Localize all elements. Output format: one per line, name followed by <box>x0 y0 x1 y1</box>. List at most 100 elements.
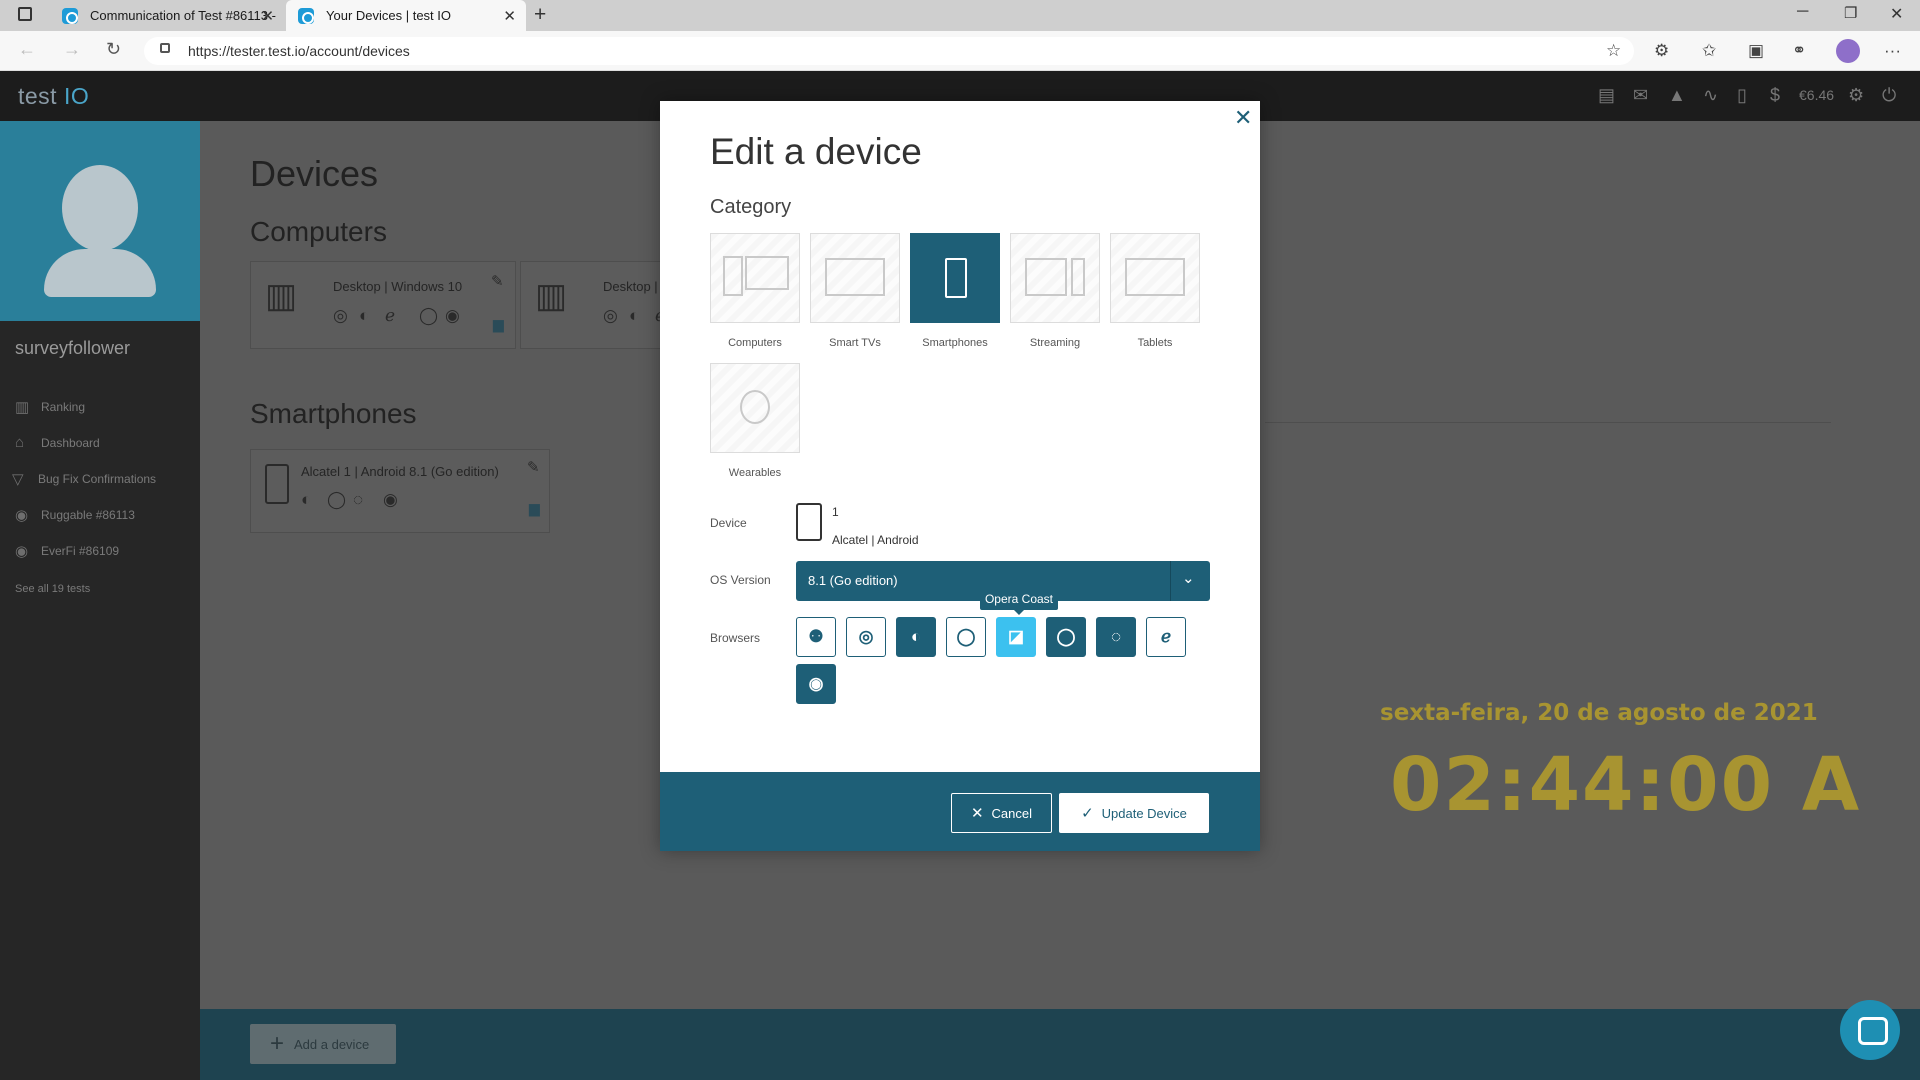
power-icon[interactable]: ⏻ <box>1882 85 1896 106</box>
chrome-icon: ◎ <box>603 306 618 325</box>
device-field-label: Device <box>710 516 747 530</box>
category-smartphones[interactable] <box>910 233 1000 323</box>
divider <box>1265 422 1831 423</box>
cancel-button[interactable]: ✕ Cancel <box>951 793 1052 833</box>
lock-icon[interactable] <box>160 43 170 53</box>
modal-footer: ✕ Cancel ✓ Update Device <box>660 772 1260 851</box>
cancel-label: Cancel <box>991 805 1033 821</box>
see-all-tests-link[interactable]: See all 19 tests <box>15 583 90 595</box>
monitor-icon <box>745 256 789 290</box>
category-computers[interactable] <box>710 233 800 323</box>
username[interactable]: surveyfollower <box>15 338 130 359</box>
device-card-smartphone-1[interactable]: Alcatel 1 | Android 8.1 (Go edition) ◐ ◯… <box>250 449 550 533</box>
back-icon[interactable]: ← <box>18 39 36 60</box>
devices-icon[interactable]: ▯ <box>1737 85 1747 106</box>
more-icon[interactable]: ··· <box>1884 41 1901 61</box>
sidebar-item-label: EverFi #86109 <box>41 544 120 558</box>
logo-accent: IO <box>63 83 90 109</box>
activity-icon[interactable]: ∿ <box>1703 85 1718 106</box>
firefox-icon: ◐ <box>301 490 312 509</box>
sidebar: surveyfollower ▥ Ranking ⌂ Dashboard ▽ Bug … <box>0 121 200 1080</box>
sidebar-item-ranking[interactable]: ▥ Ranking <box>15 398 85 416</box>
tab-your-devices[interactable]: Your Devices | test IO ✕ <box>286 0 526 31</box>
collections-icon[interactable]: ▣ <box>1748 41 1764 61</box>
minimize-icon[interactable]: ─ <box>1797 3 1808 21</box>
sidebar-item-dashboard[interactable]: ⌂ Dashboard <box>15 434 100 451</box>
profile-avatar[interactable] <box>1836 39 1860 63</box>
update-device-button[interactable]: ✓ Update Device <box>1059 793 1209 833</box>
forward-icon[interactable]: → <box>63 39 81 60</box>
play-icon: ◉ <box>15 543 29 560</box>
tv-icon <box>825 258 885 296</box>
mail-icon[interactable]: ✉ <box>1633 85 1648 106</box>
browser-chrome[interactable]: ◎ <box>846 617 886 657</box>
chat-icon[interactable]: ▤ <box>1598 85 1615 106</box>
new-tab-icon[interactable]: + <box>534 3 546 27</box>
device-card-computer-1[interactable]: ▥ Desktop | Windows 10 ◎ ◐ ℯ ◯ ◉ ✎ ▆ <box>250 261 516 349</box>
sync-icon[interactable]: ⚭ <box>1792 41 1806 61</box>
avatar[interactable] <box>0 121 200 321</box>
favorite-star-icon[interactable]: ☆ <box>1606 41 1621 61</box>
browsers-label: Browsers <box>710 631 761 645</box>
sidebar-item-bug-fix[interactable]: ▽ Bug Fix Confirmations <box>12 470 156 488</box>
browser-opera-coast[interactable]: ◪ <box>996 617 1036 657</box>
firefox-icon: ◐ <box>910 627 922 646</box>
firefox-icon: ◐ <box>629 306 640 325</box>
browser-edge[interactable]: ◉ <box>796 664 836 704</box>
settings-gear-icon[interactable]: ⚙ <box>1848 85 1864 106</box>
add-device-button[interactable]: + Add a device <box>250 1024 396 1064</box>
sidebar-item-everfi[interactable]: ◉ EverFi #86109 <box>15 542 119 560</box>
refresh-icon[interactable]: ↻ <box>106 39 121 60</box>
category-wearables[interactable] <box>710 363 800 453</box>
sidebar-item-label: Bug Fix Confirmations <box>38 472 157 486</box>
window-close-icon[interactable]: ✕ <box>1890 4 1903 24</box>
modal-close-icon[interactable]: ✕ <box>1234 105 1252 131</box>
url-field[interactable]: https://tester.test.io/account/devices <box>144 37 1634 65</box>
balance-value[interactable]: €6.46 <box>1799 87 1834 103</box>
sidebar-toggle-icon[interactable] <box>18 7 32 21</box>
smartphone-icon <box>945 258 967 298</box>
chrome-icon: ◎ <box>858 627 874 646</box>
category-label-smart-tvs: Smart TVs <box>829 337 881 349</box>
tab-close-icon[interactable]: ✕ <box>503 7 516 25</box>
update-label: Update Device <box>1101 805 1187 821</box>
testio-favicon-icon <box>298 7 314 24</box>
filter-icon: ▽ <box>12 471 24 488</box>
section-title-smartphones: Smartphones <box>250 398 417 429</box>
category-streaming[interactable] <box>1010 233 1100 323</box>
device-name: Alcatel 1 | Android 8.1 (Go edition) <box>301 464 499 479</box>
favorites-icon[interactable]: ✩ <box>1702 41 1716 61</box>
chat-support-button[interactable] <box>1840 1000 1900 1060</box>
bottom-bar <box>200 1009 1920 1080</box>
edit-pencil-icon[interactable]: ✎ <box>527 458 540 476</box>
payout-icon[interactable]: $ <box>1770 85 1780 106</box>
desktop-tower-icon <box>723 256 743 296</box>
browser-edge-legacy[interactable]: ℯ <box>1146 617 1186 657</box>
home-icon: ⌂ <box>15 434 25 451</box>
browser-android-stock[interactable]: ⚉ <box>796 617 836 657</box>
browser-opera[interactable]: ◯ <box>946 617 986 657</box>
edge-icon: ◉ <box>808 674 824 693</box>
category-smart-tvs[interactable] <box>810 233 900 323</box>
edge-icon: ◉ <box>383 490 398 509</box>
opera-icon: ◯ <box>419 306 439 325</box>
category-label: Category <box>710 196 792 218</box>
extensions-icon[interactable]: ⚙ <box>1654 41 1669 61</box>
browser-opera-mini[interactable]: ◯ <box>1046 617 1086 657</box>
edit-pencil-icon[interactable]: ✎ <box>491 272 504 290</box>
sidebar-item-ruggable[interactable]: ◉ Ruggable #86113 <box>15 506 135 524</box>
firefox-icon: ◐ <box>359 306 370 325</box>
tab-close-icon[interactable]: ✕ <box>261 7 274 25</box>
avatar-body <box>44 249 156 297</box>
academy-icon[interactable]: ▲ <box>1668 85 1686 106</box>
restore-icon[interactable]: ❐ <box>1844 4 1857 22</box>
chevron-down-icon[interactable]: ⌄ <box>1182 569 1195 587</box>
browser-samsung-internet[interactable]: ◌ <box>1096 617 1136 657</box>
testio-logo[interactable]: test IO <box>18 83 89 110</box>
delete-trash-icon[interactable]: ▆ <box>493 316 504 333</box>
category-tablets[interactable] <box>1110 233 1200 323</box>
browser-firefox[interactable]: ◐ <box>896 617 936 657</box>
device-name: Desktop | Windows 10 <box>333 279 463 294</box>
tab-communication[interactable]: Communication of Test #86113 - ✕ <box>50 0 284 31</box>
delete-trash-icon[interactable]: ▆ <box>529 500 540 517</box>
